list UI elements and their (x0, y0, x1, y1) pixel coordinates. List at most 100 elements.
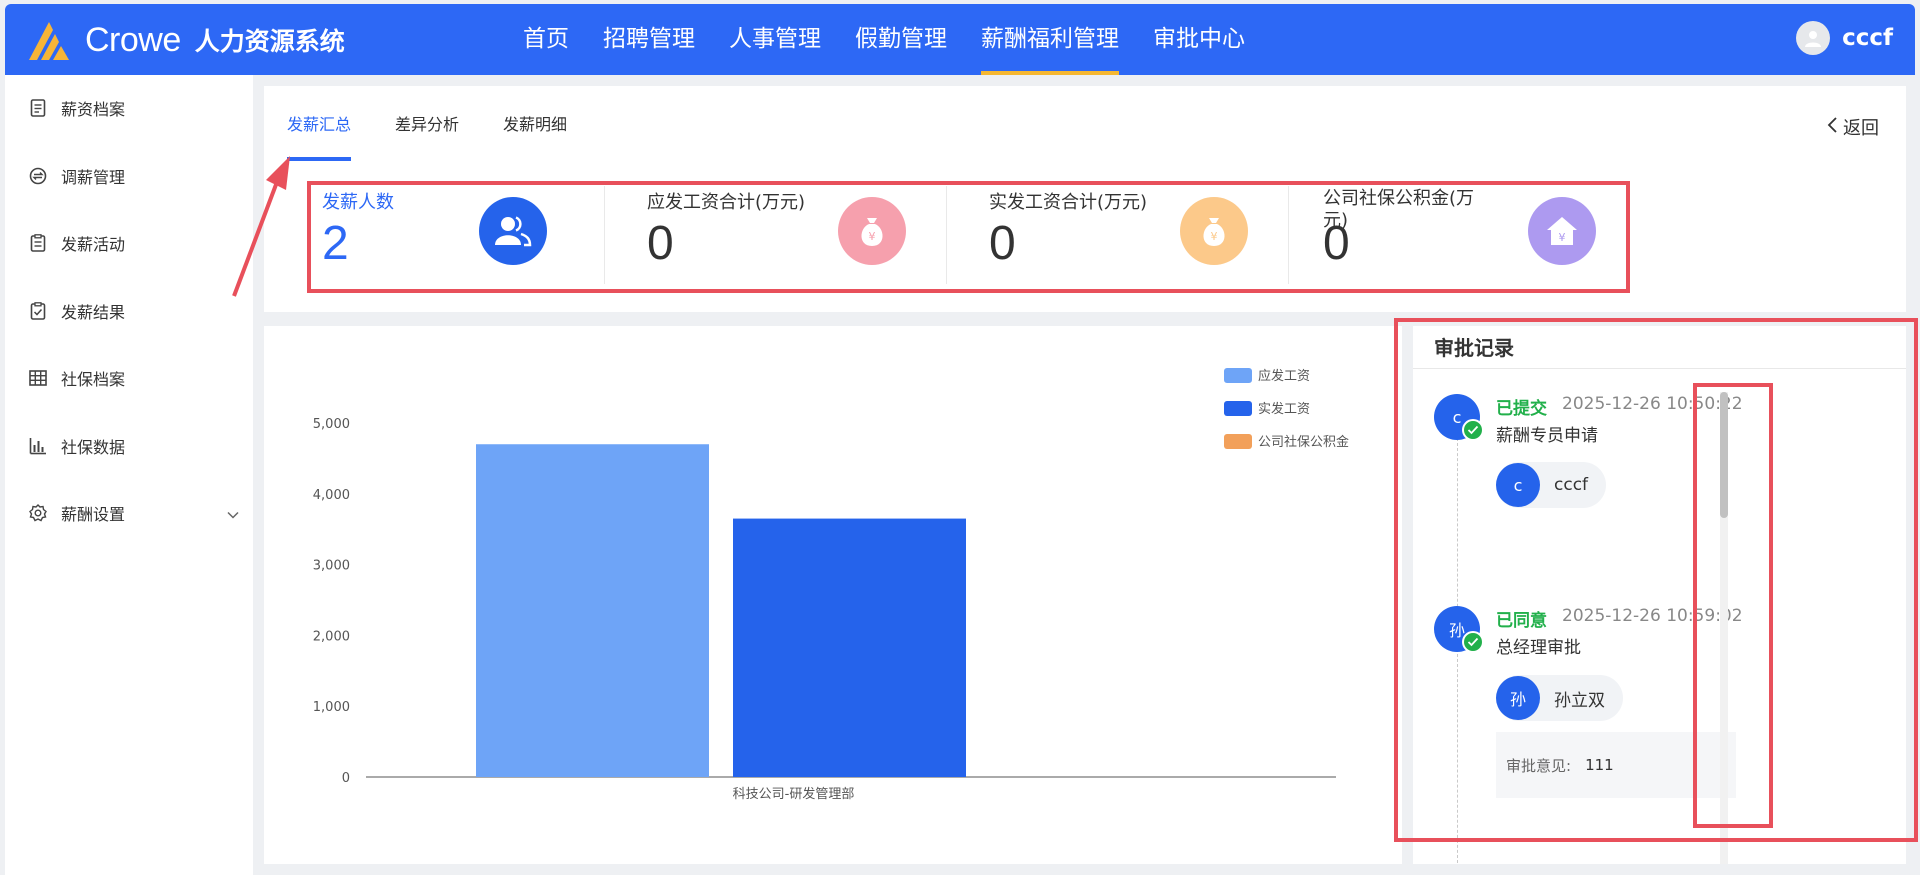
legend-swatch (1224, 368, 1252, 383)
sidebar-item-social-archive[interactable]: 社保档案 (29, 363, 239, 393)
sidebar-item-label: 薪资档案 (61, 100, 126, 119)
y-tick-label: 2,000 (313, 629, 350, 644)
nav-recruitment[interactable]: 招聘管理 (603, 4, 695, 75)
tab-pay-details[interactable]: 发薪明细 (503, 111, 567, 161)
stat-divider (946, 186, 947, 284)
person-name: 孙立双 (1554, 690, 1605, 711)
person-avatar: 孙 (1496, 676, 1540, 720)
legend-label: 应发工资 (1258, 368, 1310, 384)
stat-label: 实发工资合计(万元) (989, 192, 1148, 213)
legend-label: 实发工资 (1258, 401, 1310, 417)
sidebar: 薪资档案 调薪管理 发薪活动 发薪结果 社保档案 社保数据 薪酬设置 (5, 75, 253, 875)
check-icon (1462, 419, 1484, 441)
user-avatar-icon (1796, 21, 1831, 55)
money-bag-icon: ¥ (838, 197, 906, 265)
top-header: Crowe 人力资源系统 首页 招聘管理 人事管理 假勤管理 薪酬福利管理 审批… (5, 4, 1915, 75)
sidebar-item-salary-archive[interactable]: 薪资档案 (29, 93, 239, 123)
sidebar-item-pay-activity[interactable]: 发薪活动 (29, 228, 239, 258)
scrollbar-thumb[interactable] (1720, 392, 1728, 518)
person-chip: c cccf (1496, 462, 1607, 508)
nav-personnel[interactable]: 人事管理 (729, 4, 821, 75)
users-icon (479, 197, 547, 265)
gear-icon (29, 504, 47, 522)
stat-label: 发薪人数 (322, 192, 394, 213)
user-name: cccf (1842, 25, 1893, 51)
exchange-icon (29, 167, 47, 185)
stat-gross-pay: 应发工资合计(万元) 0 ¥ (647, 186, 907, 284)
crowe-logo-icon (29, 22, 69, 60)
annotation-arrow-icon (232, 156, 290, 297)
nav-approval-center[interactable]: 审批中心 (1153, 4, 1245, 75)
bar-chart-icon (29, 437, 47, 455)
record-status: 已提交 (1496, 399, 1547, 419)
back-label: 返回 (1843, 118, 1879, 139)
record-desc: 薪酬专员申请 (1496, 426, 1598, 446)
y-tick-label: 1,000 (313, 700, 350, 715)
chart-bar (733, 518, 966, 777)
y-tick-label: 0 (342, 771, 350, 786)
nav-attendance[interactable]: 假勤管理 (855, 4, 947, 75)
grid-icon (29, 369, 47, 387)
sidebar-item-label: 调薪管理 (61, 168, 126, 187)
house-icon: ¥ (1528, 197, 1596, 265)
chart-card: 0 1,000 2,000 3,000 4,000 5,000 科技公司-研发管理部 应发工资… (264, 326, 1402, 864)
sidebar-item-label: 薪酬设置 (61, 505, 126, 524)
stat-value: 0 (647, 217, 674, 270)
approval-panel: 审批记录 c 已提交 2025-12-26 10:50:22 薪酬专员申请 c … (1413, 326, 1906, 864)
back-button[interactable]: 返回 (1826, 114, 1879, 140)
record-time: 2025-12-26 10:59:02 (1562, 606, 1743, 626)
summary-card: 发薪汇总 差异分析 发薪明细 返回 发薪人数 2 应发工资合计(万元) 0 ¥ … (264, 86, 1906, 312)
main-nav: 首页 招聘管理 人事管理 假勤管理 薪酬福利管理 审批中心 (523, 4, 1279, 75)
person-name: cccf (1554, 475, 1589, 495)
nav-home[interactable]: 首页 (523, 4, 569, 75)
check-icon (1462, 631, 1484, 653)
stat-divider (1288, 186, 1289, 284)
divider (1413, 368, 1906, 369)
approval-title: 审批记录 (1434, 336, 1514, 360)
money-bag-icon: ¥ (1180, 197, 1248, 265)
sidebar-item-label: 发薪活动 (61, 235, 126, 254)
y-tick-label: 3,000 (313, 559, 350, 574)
record-desc: 总经理审批 (1496, 638, 1581, 658)
scrollbar[interactable] (1720, 392, 1728, 864)
record-time: 2025-12-26 10:50:22 (1562, 394, 1743, 414)
sidebar-item-pay-result[interactable]: 发薪结果 (29, 296, 239, 326)
legend-swatch (1224, 401, 1252, 416)
user-menu[interactable]: cccf (1796, 21, 1893, 55)
y-tick-label: 5,000 (313, 417, 350, 432)
stat-value: 0 (989, 217, 1016, 270)
sidebar-item-label: 社保数据 (61, 438, 126, 457)
opinion-value: 111 (1585, 756, 1614, 774)
approval-opinion: 审批意见: 111 (1496, 732, 1736, 798)
sidebar-item-label: 发薪结果 (61, 303, 126, 322)
chevron-down-icon[interactable] (227, 504, 239, 523)
chart-bar (476, 444, 709, 777)
legend-swatch (1224, 434, 1252, 449)
sidebar-item-pay-settings[interactable]: 薪酬设置 (29, 498, 239, 528)
stat-headcount: 发薪人数 2 (322, 186, 547, 284)
sidebar-item-salary-adjust[interactable]: 调薪管理 (29, 161, 239, 191)
tab-difference-analysis[interactable]: 差异分析 (395, 111, 459, 161)
tab-bar: 发薪汇总 差异分析 发薪明细 (287, 111, 611, 161)
nav-compensation[interactable]: 薪酬福利管理 (981, 4, 1119, 75)
sidebar-item-social-data[interactable]: 社保数据 (29, 431, 239, 461)
svg-text:¥: ¥ (1559, 231, 1566, 244)
stat-label: 应发工资合计(万元) (647, 192, 806, 213)
stat-value: 0 (1323, 217, 1350, 270)
svg-text:¥: ¥ (869, 230, 876, 243)
clipboard-icon (29, 234, 47, 252)
file-icon (29, 99, 47, 117)
y-tick-label: 4,000 (313, 488, 350, 503)
person-avatar: c (1496, 463, 1540, 507)
clipboard-check-icon (29, 302, 47, 320)
x-tick-label: 科技公司-研发管理部 (733, 786, 855, 802)
logo[interactable]: Crowe 人力资源系统 (27, 18, 345, 62)
system-name: 人力资源系统 (194, 27, 345, 56)
stat-value: 2 (322, 217, 349, 270)
bar-chart: 0 1,000 2,000 3,000 4,000 5,000 科技公司-研发管理部 应发工资… (313, 368, 1349, 802)
sidebar-item-label: 社保档案 (61, 370, 126, 389)
chevron-left-icon (1826, 116, 1838, 139)
person-chip: 孙 孙立双 (1496, 675, 1623, 721)
legend-label: 公司社保公积金 (1258, 434, 1349, 450)
stat-net-pay: 实发工资合计(万元) 0 ¥ (989, 186, 1249, 284)
